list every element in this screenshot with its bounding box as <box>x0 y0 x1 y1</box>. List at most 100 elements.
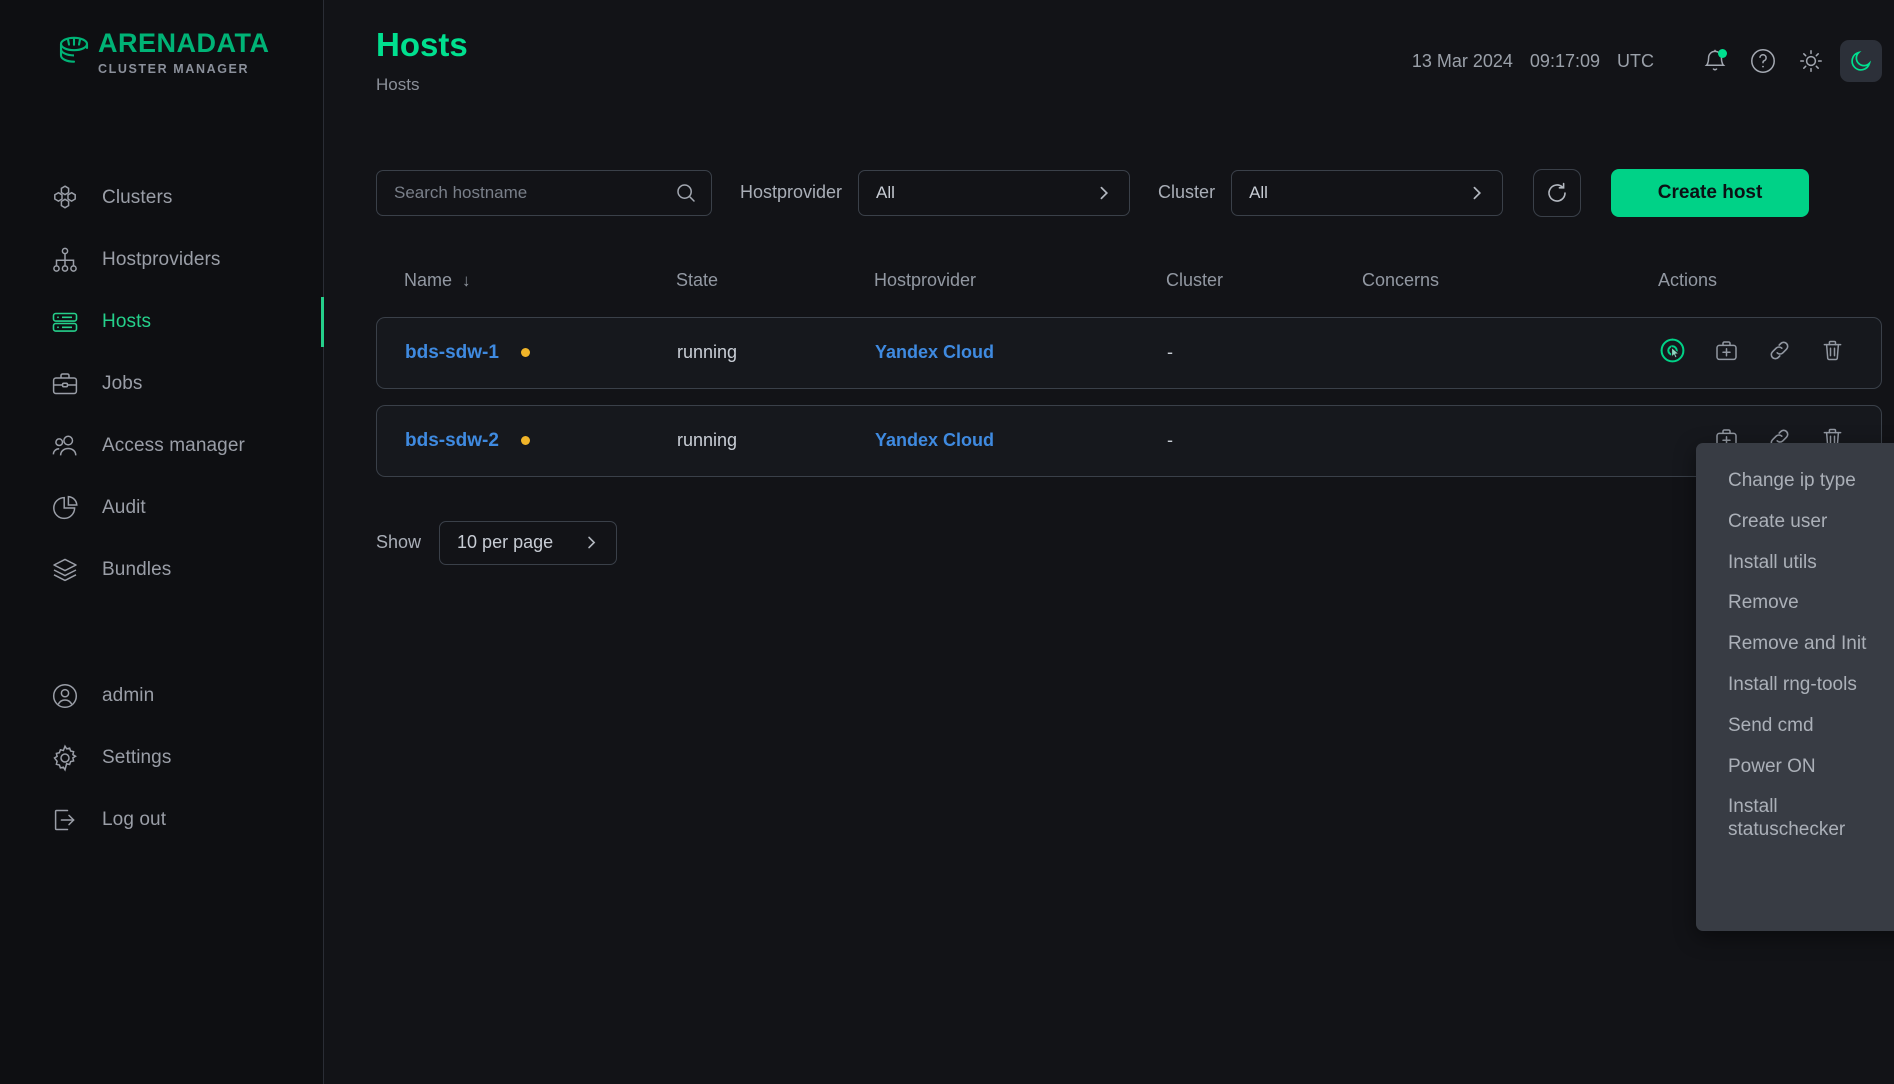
status-dot <box>520 436 530 446</box>
cell-name: bds-sdw-2 <box>405 430 677 452</box>
sidebar-item-label: Log out <box>102 809 167 830</box>
column-header-concerns[interactable]: Concerns <box>1362 270 1658 291</box>
hostprovider-select[interactable]: All <box>858 169 1131 216</box>
menu-item-install-rng-tools[interactable]: Install rng-tools <box>1696 665 1894 706</box>
access-manager-icon <box>50 431 80 461</box>
search-input[interactable] <box>394 182 675 203</box>
sidebar-item-hostproviders[interactable]: Hostproviders <box>0 229 323 291</box>
hostprovider-link[interactable]: Yandex Cloud <box>875 430 994 450</box>
hostprovider-filter-label: Hostprovider <box>740 182 843 203</box>
topbar-right: 13 Mar 2024 09:17:09 UTC <box>1412 26 1882 82</box>
menu-item-create-user[interactable]: Create user <box>1696 502 1894 543</box>
bundles-icon <box>50 555 80 585</box>
page-size-group: Show 10 per page <box>376 520 618 565</box>
sidebar-item-label: Bundles <box>102 559 172 580</box>
search-hostname-box[interactable] <box>376 169 712 216</box>
sidebar-item-clusters[interactable]: Clusters <box>0 167 323 229</box>
audit-icon <box>50 493 80 523</box>
delete-icon[interactable] <box>1820 338 1845 368</box>
cell-state: running <box>677 342 738 363</box>
maintenance-mode-icon[interactable] <box>1659 337 1686 369</box>
chevron-right-icon <box>1100 186 1109 200</box>
menu-item-remove[interactable]: Remove <box>1696 583 1894 624</box>
table-row[interactable]: bds-sdw-2 running Yandex Cloud - <box>376 404 1882 477</box>
sidebar-item-jobs[interactable]: Jobs <box>0 353 323 415</box>
moon-icon <box>1851 50 1872 71</box>
hostprovider-link[interactable]: Yandex Cloud <box>875 342 994 362</box>
cell-cluster: - <box>1167 342 1173 363</box>
hosts-table: Name ↓ State Hostprovider Cluster Concer… <box>376 261 1882 477</box>
column-header-cluster[interactable]: Cluster <box>1166 270 1362 291</box>
sidebar-item-hosts[interactable]: Hosts <box>0 291 324 353</box>
sidebar-item-label: Hostproviders <box>102 249 221 270</box>
search-icon[interactable] <box>675 182 697 204</box>
filter-bar: Hostprovider All Cluster All <box>324 168 1894 217</box>
notification-badge <box>1718 49 1727 58</box>
sidebar-item-label: Audit <box>102 497 146 518</box>
cell-state: running <box>677 430 738 451</box>
host-link[interactable]: bds-sdw-2 <box>405 430 499 452</box>
sidebar-item-bundles[interactable]: Bundles <box>0 539 323 601</box>
menu-item-send-cmd[interactable]: Send cmd <box>1696 706 1894 747</box>
menu-item-remove-and-init[interactable]: Remove and Init <box>1696 624 1894 665</box>
table-row[interactable]: bds-sdw-1 running Yandex Cloud - <box>376 316 1882 389</box>
column-header-state[interactable]: State <box>676 270 874 291</box>
datetime-display: 13 Mar 2024 09:17:09 UTC <box>1412 51 1654 72</box>
main-content: Hosts Hosts 13 Mar 2024 09:17:09 UTC Sea… <box>324 0 1894 1084</box>
brand-subtitle: CLUSTER MANAGER <box>98 62 250 76</box>
status-dot <box>520 348 530 358</box>
notifications-button[interactable] <box>1694 40 1736 82</box>
host-link[interactable]: bds-sdw-1 <box>405 342 499 364</box>
table-header-row: Name ↓ State Hostprovider Cluster Concer… <box>376 261 1882 301</box>
menu-item-install-utils[interactable]: Install utils <box>1696 543 1894 584</box>
add-to-cluster-icon[interactable] <box>1714 338 1739 368</box>
link-icon[interactable] <box>1767 338 1792 368</box>
cluster-select[interactable]: All <box>1231 169 1504 216</box>
help-button[interactable] <box>1742 40 1784 82</box>
cell-actions <box>1659 337 1853 369</box>
page-heading-group: Hosts Hosts <box>376 26 468 95</box>
sidebar-item-label: admin <box>102 685 155 706</box>
menu-item-change-ip-type[interactable]: Change ip type <box>1696 461 1894 502</box>
sidebar-item-label: Jobs <box>102 373 143 394</box>
sidebar-item-label: Clusters <box>102 187 173 208</box>
sidebar-item-access-manager[interactable]: Access manager <box>0 415 323 477</box>
sidebar-item-label: Access manager <box>102 435 245 456</box>
cell-hostprovider: Yandex Cloud <box>875 430 1167 451</box>
column-header-hostprovider[interactable]: Hostprovider <box>874 270 1166 291</box>
cluster-filter-label: Cluster <box>1158 182 1216 203</box>
sidebar-nav: Clusters Hostproviders Hosts Jobs Access… <box>0 167 324 851</box>
column-label: Name <box>404 270 453 291</box>
sidebar-item-audit[interactable]: Audit <box>0 477 323 539</box>
menu-item-install-statuschecker[interactable]: Install statuschecker <box>1696 787 1894 851</box>
hosts-icon <box>50 307 80 337</box>
sidebar: ARENADATA CLUSTER MANAGER Clusters Hostp… <box>0 0 324 1084</box>
timezone-text: UTC <box>1617 50 1654 71</box>
cell-cluster: - <box>1167 430 1173 451</box>
pagination-bar: Show 10 per page 1 <box>376 518 1882 567</box>
dropdown-menu-list: Change ip type Create user Install utils… <box>1696 443 1894 851</box>
light-theme-button[interactable] <box>1790 40 1832 82</box>
menu-item-power-on[interactable]: Power ON <box>1696 747 1894 788</box>
host-actions-dropdown: Change ip type Create user Install utils… <box>1696 443 1894 931</box>
nav-divider-space <box>0 601 323 629</box>
dark-theme-button[interactable] <box>1840 40 1882 82</box>
column-header-name[interactable]: Name ↓ <box>404 270 676 291</box>
sun-icon <box>1800 50 1822 72</box>
hostprovider-select-value: All <box>876 182 895 202</box>
sidebar-item-logout[interactable]: Log out <box>0 789 323 851</box>
refresh-button[interactable] <box>1533 168 1582 217</box>
refresh-icon <box>1548 182 1566 202</box>
sidebar-item-admin[interactable]: admin <box>0 665 323 727</box>
cell-name: bds-sdw-1 <box>405 342 677 364</box>
arrow-down-icon[interactable]: ↓ <box>462 271 471 291</box>
brand-logo[interactable]: ARENADATA CLUSTER MANAGER <box>0 0 323 77</box>
page-size-select[interactable]: 10 per page <box>439 520 618 565</box>
chevron-right-icon <box>1473 186 1482 200</box>
show-label: Show <box>376 532 422 553</box>
cell-hostprovider: Yandex Cloud <box>875 342 1167 363</box>
sidebar-item-settings[interactable]: Settings <box>0 727 323 789</box>
app-root: ARENADATA CLUSTER MANAGER Clusters Hostp… <box>0 0 1894 1084</box>
gear-icon <box>50 743 80 773</box>
create-host-button[interactable]: Create host <box>1611 168 1810 217</box>
